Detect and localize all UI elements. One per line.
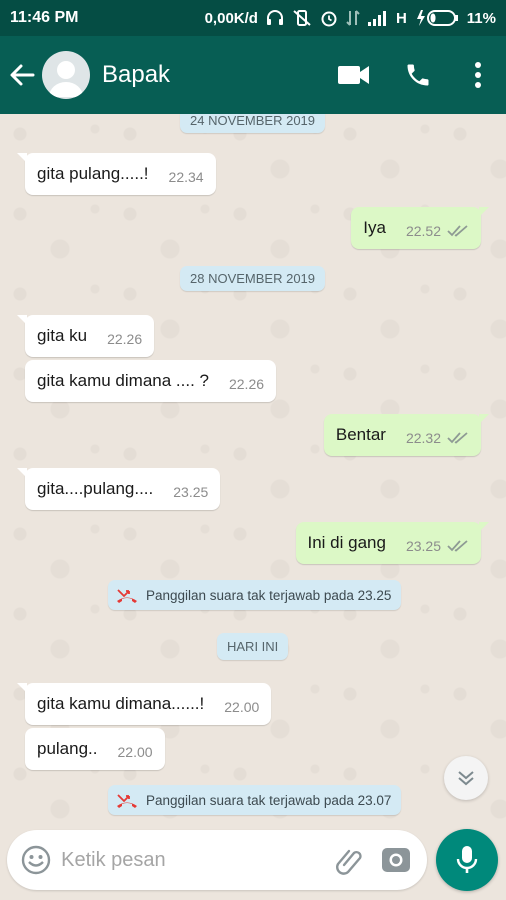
chevron-down-icon bbox=[458, 771, 474, 786]
message-text: gita ku bbox=[37, 326, 88, 345]
message-text: Iya bbox=[363, 218, 386, 237]
avatar[interactable] bbox=[42, 51, 90, 99]
vibrate-off-icon bbox=[293, 10, 311, 26]
double-check-icon bbox=[447, 432, 468, 444]
date-label: HARI INI bbox=[227, 639, 279, 654]
message-text: gita kamu dimana......! bbox=[37, 694, 205, 713]
video-call-button[interactable] bbox=[322, 36, 386, 114]
message-incoming[interactable]: gita ku 22.26 bbox=[17, 315, 155, 357]
camera-button[interactable] bbox=[373, 830, 419, 890]
network-speed: 0,00K/d bbox=[204, 9, 258, 27]
message-time: 22.00 bbox=[224, 699, 260, 715]
missed-call-notice: Panggilan suara tak terjawab pada 23.25 bbox=[108, 580, 402, 610]
message-time: 22.34 bbox=[168, 169, 204, 185]
bubble-tail bbox=[17, 315, 27, 325]
message-text: gita pulang.....! bbox=[37, 164, 149, 183]
bubble-tail bbox=[17, 468, 27, 478]
message-incoming[interactable]: gita kamu dimana .... ? 22.26 bbox=[25, 360, 277, 402]
date-divider: 24 NOVEMBER 2019 bbox=[180, 114, 326, 133]
emoji-icon bbox=[21, 845, 51, 875]
message-incoming[interactable]: gita kamu dimana......! 22.00 bbox=[17, 683, 272, 725]
missed-call-icon bbox=[117, 589, 137, 603]
message-time: 22.32 bbox=[406, 430, 469, 446]
message-incoming[interactable]: gita pulang.....! 22.34 bbox=[17, 153, 216, 195]
scroll-to-bottom-button[interactable] bbox=[444, 756, 488, 800]
more-options-button[interactable] bbox=[450, 36, 506, 114]
emoji-button[interactable] bbox=[11, 830, 61, 890]
battery-charging-icon bbox=[416, 10, 458, 26]
date-divider: 28 NOVEMBER 2019 bbox=[180, 266, 326, 291]
status-indicators: 0,00K/d H 11% bbox=[205, 9, 496, 27]
date-label: 24 NOVEMBER 2019 bbox=[190, 114, 316, 128]
message-outgoing[interactable]: Iya 22.52 bbox=[351, 207, 489, 249]
alarm-icon bbox=[321, 11, 337, 27]
double-check-icon bbox=[447, 540, 468, 552]
message-incoming[interactable]: pulang.. 22.00 bbox=[25, 728, 165, 770]
message-time: 23.25 bbox=[406, 538, 469, 554]
message-text: gita....pulang.... bbox=[37, 479, 154, 498]
double-check-icon bbox=[447, 225, 468, 237]
status-bar: 11:46 PM 0,00K/d H 11% bbox=[0, 0, 506, 36]
video-call-icon bbox=[338, 66, 369, 84]
message-text: gita kamu dimana .... ? bbox=[37, 371, 209, 390]
bubble-tail bbox=[479, 414, 489, 424]
signal-icon bbox=[367, 11, 386, 26]
bubble-tail bbox=[479, 522, 489, 532]
date-label: 28 NOVEMBER 2019 bbox=[190, 271, 316, 286]
bubble-tail bbox=[479, 207, 489, 217]
message-outgoing[interactable]: Bentar 22.32 bbox=[323, 414, 489, 456]
attach-icon bbox=[336, 849, 362, 875]
date-divider: HARI INI bbox=[217, 633, 289, 660]
missed-call-text: Panggilan suara tak terjawab pada 23.25 bbox=[146, 587, 392, 603]
voice-call-button[interactable] bbox=[386, 36, 450, 114]
camera-icon bbox=[381, 848, 410, 872]
back-arrow-icon bbox=[10, 64, 35, 86]
message-composer bbox=[7, 830, 427, 890]
attach-button[interactable] bbox=[326, 830, 372, 890]
message-input[interactable] bbox=[61, 848, 327, 872]
chat-header: Bapak bbox=[0, 36, 506, 114]
message-text: Ini di gang bbox=[307, 533, 386, 552]
message-time: 22.26 bbox=[228, 376, 265, 392]
message-time: 22.52 bbox=[406, 223, 469, 239]
network-type: H bbox=[395, 9, 407, 27]
message-text: Bentar bbox=[335, 425, 386, 444]
battery-level: 11% bbox=[466, 9, 496, 27]
contact-name[interactable]: Bapak bbox=[102, 61, 322, 89]
missed-call-notice: Panggilan suara tak terjawab pada 23.07 bbox=[108, 785, 402, 815]
back-button[interactable] bbox=[2, 36, 42, 114]
message-time: 22.00 bbox=[117, 744, 153, 760]
message-time: 22.26 bbox=[107, 331, 143, 347]
bubble-tail bbox=[17, 153, 27, 163]
message-outgoing[interactable]: Ini di gang 23.25 bbox=[295, 522, 489, 564]
status-time: 11:46 PM bbox=[10, 9, 79, 26]
data-arrows-icon bbox=[346, 10, 360, 26]
voice-message-button[interactable] bbox=[436, 829, 498, 891]
message-incoming[interactable]: gita....pulang.... 23.25 bbox=[17, 468, 221, 510]
more-vert-icon bbox=[475, 62, 481, 88]
message-time: 23.25 bbox=[173, 484, 209, 500]
missed-call-text: Panggilan suara tak terjawab pada 23.07 bbox=[146, 792, 392, 808]
message-text: pulang.. bbox=[37, 739, 98, 758]
headphones-icon bbox=[266, 10, 283, 25]
mic-icon bbox=[456, 846, 478, 873]
missed-call-icon bbox=[117, 794, 137, 808]
default-avatar-icon bbox=[49, 61, 83, 97]
chat-area[interactable]: 24 NOVEMBER 2019 gita pulang.....! 22.34… bbox=[0, 114, 506, 826]
bubble-tail bbox=[17, 683, 27, 693]
phone-icon bbox=[407, 64, 429, 86]
